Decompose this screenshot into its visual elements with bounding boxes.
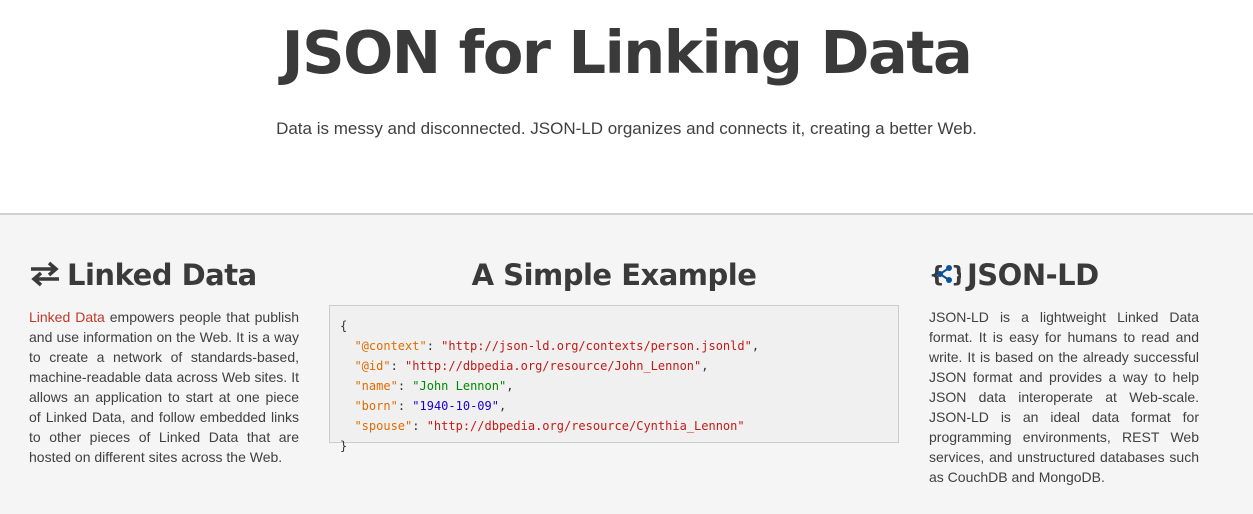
json-ld-logo-icon: { } [929,259,967,295]
linked-data-description: Linked Data empowers people that publish… [29,307,299,467]
linked-data-heading: Linked Data [29,257,299,295]
code-line: "@id": "http://dbpedia.org/resource/John… [354,359,709,373]
features-band: Linked Data Linked Data empowers people … [0,213,1253,514]
linked-data-title: Linked Data [67,258,257,292]
hero-section: JSON for Linking Data Data is messy and … [0,0,1253,213]
tagline: Data is messy and disconnected. JSON-LD … [276,119,977,138]
exchange-arrows-icon [29,259,61,295]
svg-text:}: } [951,263,961,287]
linked-data-link[interactable]: Linked Data [29,309,105,325]
page-title: JSON for Linking Data [281,18,973,87]
code-line: "born": "1940-10-09", [354,399,507,413]
code-line: "name": "John Lennon", [354,379,514,393]
close-brace: } [340,439,348,453]
jsonld-column: { } JSON-LD JSON-LD is a lightweight Lin… [929,257,1199,487]
open-brace: { [340,319,348,333]
jsonld-title: JSON-LD [967,258,1099,292]
simple-example-heading: A Simple Example [471,258,757,292]
jsonld-description: JSON-LD is a lightweight Linked Data for… [929,309,1199,485]
code-line: "spouse": "http://dbpedia.org/resource/C… [354,419,745,433]
linked-data-body: empowers people that publish and use inf… [29,309,299,465]
jsonld-heading: { } JSON-LD [929,257,1199,295]
linked-data-column: Linked Data Linked Data empowers people … [29,257,299,467]
code-example: { "@context": "http://json-ld.org/contex… [329,305,899,453]
code-line: "@context": "http://json-ld.org/contexts… [354,339,760,353]
simple-example-column: A Simple Example { "@context": "http://j… [329,257,899,453]
